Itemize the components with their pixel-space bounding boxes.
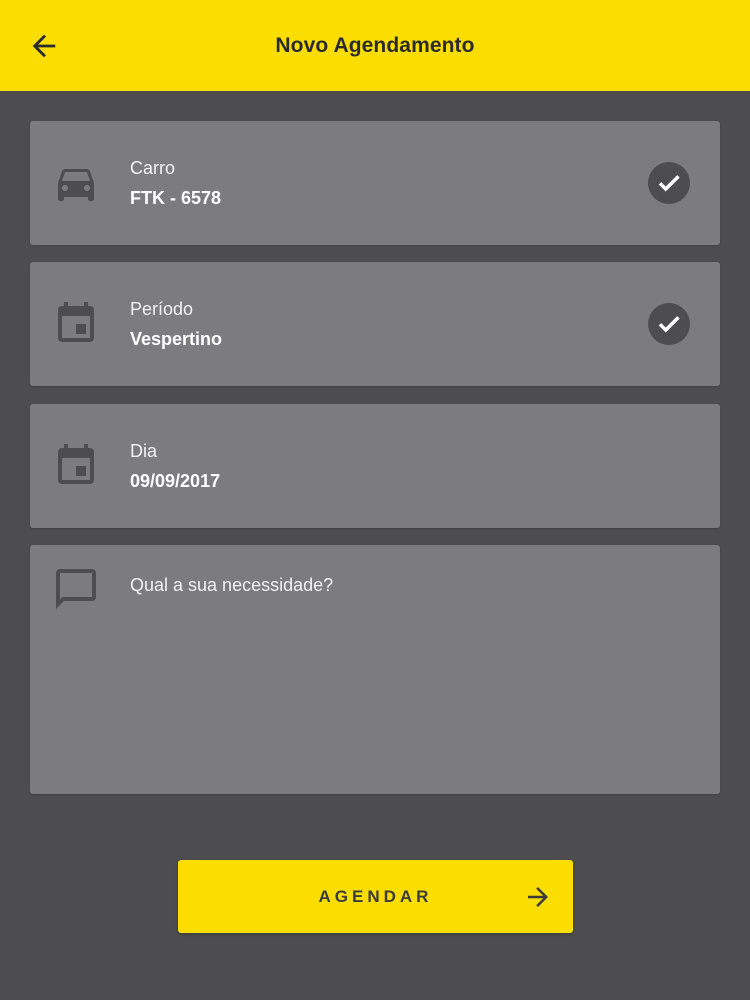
period-selector[interactable]: Período Vespertino	[30, 262, 720, 386]
period-label: Período	[130, 299, 194, 319]
car-icon	[58, 169, 94, 201]
day-selector[interactable]: Dia 09/09/2017	[30, 404, 720, 528]
day-value: 09/09/2017	[130, 471, 221, 491]
period-check-badge	[648, 303, 690, 345]
arrow-left-icon	[32, 34, 56, 58]
calendar-icon-wrapper	[52, 442, 100, 490]
car-selector[interactable]: Carro FTK - 6578	[30, 121, 720, 245]
comment-icon	[56, 569, 96, 609]
day-label: Dia	[130, 441, 158, 461]
comment-icon-wrapper	[52, 565, 100, 613]
schedule-button-label: AGENDAR	[318, 887, 433, 906]
calendar-icon	[58, 302, 94, 342]
app-bar: Novo Agendamento	[0, 0, 750, 91]
page-title: Novo Agendamento	[275, 33, 475, 57]
car-icon-wrapper	[52, 159, 100, 207]
car-label: Carro	[130, 158, 176, 178]
period-value: Vespertino	[130, 329, 223, 349]
check-icon	[658, 316, 680, 333]
schedule-button[interactable]: AGENDAR	[178, 860, 573, 933]
need-textarea[interactable]	[130, 575, 690, 765]
back-button[interactable]	[24, 26, 64, 66]
check-icon	[658, 175, 680, 192]
car-value: FTK - 6578	[130, 188, 222, 208]
need-field-card	[30, 545, 720, 794]
arrow-right-icon	[528, 887, 548, 907]
car-check-badge	[648, 162, 690, 204]
calendar-icon	[58, 444, 94, 484]
calendar-icon-wrapper	[52, 300, 100, 348]
